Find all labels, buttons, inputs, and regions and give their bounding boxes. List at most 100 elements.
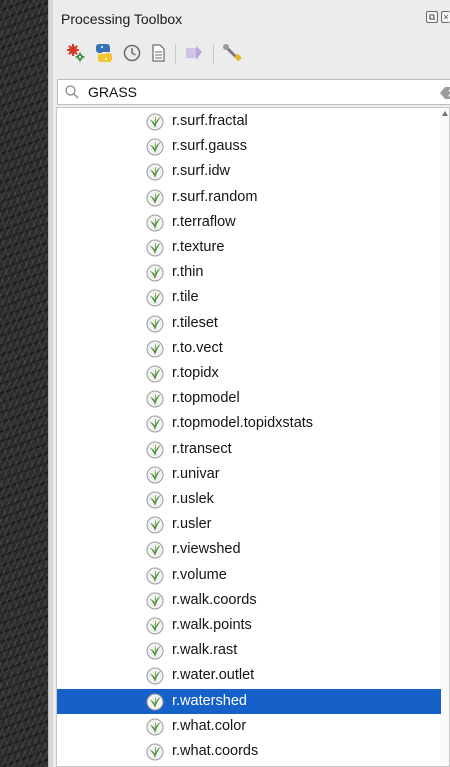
grass-algorithm-icon [146,491,164,514]
tree-item[interactable]: r.watershed [57,688,441,716]
panel-title-bar: Processing Toolbox ⧉ × [53,0,450,34]
grass-algorithm-icon [146,441,164,464]
tree-item[interactable]: r.to.vect [57,336,441,361]
tree-item-label: r.what.coords [172,743,259,759]
tree-item[interactable]: r.uslek [57,487,441,512]
tree-item-label: r.viewshed [172,541,241,558]
tree-item-label: r.surf.random [172,188,258,205]
tree-item[interactable]: r.univar [57,462,441,487]
tree-item[interactable]: r.water.outlet [57,663,441,688]
toolbar-separator [213,44,214,64]
grass-algorithm-icon [146,466,164,489]
grass-algorithm-icon [146,390,164,413]
tree-item-label: r.terraflow [172,213,236,230]
options-icon[interactable] [219,40,245,66]
tree-item[interactable]: r.terraflow [57,210,441,235]
clear-search-icon[interactable] [440,86,450,99]
grass-algorithm-icon [146,667,164,690]
grass-algorithm-icon [146,214,164,237]
grass-algorithm-icon [146,315,164,338]
search-value: GRASS [88,84,138,100]
tree-item[interactable]: r.thin [57,260,441,285]
grass-algorithm-icon [146,693,164,716]
tree-item[interactable]: r.tile [57,285,441,310]
tree-item-label: r.volume [172,566,227,583]
tree-item[interactable]: r.transect [57,437,441,462]
edit-features-icon[interactable] [181,40,207,66]
grass-algorithm-icon [146,516,164,539]
tree-item[interactable]: r.volume [57,563,441,588]
tree-item-label: r.topmodel [172,390,240,407]
tree-item-label: r.texture [172,239,225,255]
tree-item-label: r.surf.idw [172,163,231,180]
processing-toolbox-panel: Processing Toolbox ⧉ × GRASS r.surf.frac… [53,0,450,767]
tree-scrollbar[interactable] [440,108,449,766]
grass-algorithm-icon [146,163,164,186]
tree-item-label: r.uslek [172,491,214,507]
tree-item-label: r.univar [172,465,220,482]
search-input[interactable]: GRASS [57,79,450,105]
scroll-up-arrow[interactable] [442,111,448,116]
grass-algorithm-icon [146,415,164,438]
tree-item[interactable]: r.viewshed [57,537,441,562]
results-viewer-icon[interactable] [145,40,171,66]
tree-item-label: r.what.color [172,717,247,734]
tree-item-label: r.water.outlet [172,667,255,684]
tree-item[interactable]: r.usler [57,512,441,537]
grass-algorithm-icon [146,592,164,615]
toolbox-toolbar [53,36,450,72]
search-icon [64,84,80,105]
tree-item-label: r.surf.gauss [172,138,247,155]
tree-item-label: r.to.vect [172,339,223,356]
grass-algorithm-icon [146,718,164,741]
grass-algorithm-icon [146,289,164,312]
algorithm-tree: r.surf.fractal r.surf.gauss r.surf.idw r.su… [56,107,450,767]
close-icon[interactable]: × [441,11,450,23]
tree-item[interactable]: r.surf.idw [57,159,441,184]
tree-item[interactable]: r.walk.rast [57,638,441,663]
panel-title: Processing Toolbox [61,11,183,27]
grass-algorithm-icon [146,567,164,590]
tree-item-label: r.tileset [172,314,218,331]
python-scripts-icon[interactable] [91,40,117,66]
tree-item-label: r.topmodel.topidxstats [172,415,314,432]
tree-item-label: r.tile [172,289,199,306]
map-canvas-edge [0,0,48,767]
grass-algorithm-icon [146,340,164,363]
grass-algorithm-icon [146,239,164,262]
grass-algorithm-icon [146,264,164,287]
grass-algorithm-icon [146,365,164,388]
tree-item-label: r.transect [172,440,232,457]
tree-item[interactable]: r.surf.fractal [57,109,441,134]
float-icon[interactable]: ⧉ [426,11,438,23]
tree-item[interactable]: r.walk.coords [57,588,441,613]
tree-item-label: r.thin [172,264,204,281]
tree-item[interactable]: r.topmodel.topidxstats [57,411,441,436]
tree-item[interactable]: r.surf.random [57,185,441,210]
tree-item-label: r.walk.rast [172,642,238,659]
tree-item-label: r.topidx [172,365,219,381]
grass-algorithm-icon [146,617,164,640]
tree-item[interactable]: r.texture [57,235,441,260]
tree-item[interactable]: r.what.coords [57,739,441,764]
tree-item[interactable]: r.topmodel [57,386,441,411]
tree-item[interactable]: r.topidx [57,361,441,386]
models-icon[interactable] [63,40,89,66]
tree-item[interactable]: r.walk.points [57,613,441,638]
tree-item-label: r.walk.coords [172,591,257,608]
tree-item[interactable]: r.what.color [57,714,441,739]
tree-item[interactable]: r.tileset [57,311,441,336]
grass-algorithm-icon [146,138,164,161]
toolbar-separator [175,44,176,64]
grass-algorithm-icon [146,541,164,564]
tree-item-label: r.surf.fractal [172,113,248,129]
tree-item-label: r.walk.points [172,617,252,633]
tree-item-label: r.usler [172,516,212,533]
grass-algorithm-icon [146,113,164,136]
tree-item[interactable]: r.surf.gauss [57,134,441,159]
grass-algorithm-icon [146,189,164,212]
tree-item-label: r.watershed [172,692,247,709]
history-icon[interactable] [119,40,145,66]
grass-algorithm-icon [146,642,164,665]
grass-algorithm-icon [146,743,164,766]
